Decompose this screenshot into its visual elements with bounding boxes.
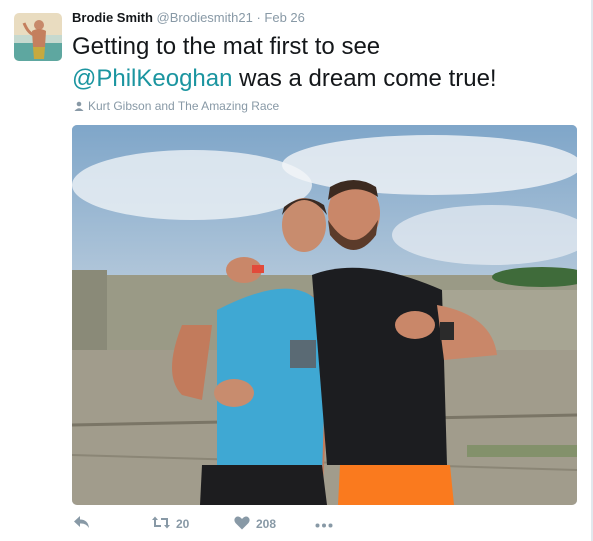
avatar[interactable]	[14, 13, 62, 61]
tweet-text: Getting to the mat first to see @PhilKeo…	[72, 31, 582, 95]
retweet-count: 20	[176, 517, 190, 531]
tagged-users[interactable]: Kurt Gibson and The Amazing Race	[74, 99, 279, 113]
reply-button[interactable]	[74, 514, 90, 534]
separator: ·	[256, 10, 261, 25]
tweet-text-rest: was a dream come true!	[232, 65, 497, 92]
author-handle[interactable]: @Brodiesmith21	[157, 10, 253, 25]
like-count: 208	[256, 517, 277, 531]
tweet-header: Brodie Smith @Brodiesmith21 · Feb 26	[72, 10, 305, 25]
more-icon	[315, 517, 333, 531]
tweet-text-line1: Getting to the mat first to see	[72, 33, 381, 60]
timestamp[interactable]: Feb 26	[264, 10, 304, 25]
retweet-icon	[152, 516, 170, 532]
mention-link[interactable]: @PhilKeoghan	[72, 65, 232, 92]
more-button[interactable]	[315, 514, 333, 534]
retweet-button[interactable]: 20	[152, 514, 189, 534]
tagged-users-label: Kurt Gibson and The Amazing Race	[88, 99, 280, 113]
tweet-actions: 20 208	[72, 514, 372, 534]
person-icon	[74, 99, 88, 113]
like-button[interactable]: 208	[234, 514, 276, 534]
tweet-photo[interactable]	[72, 125, 577, 505]
reply-icon	[74, 516, 90, 532]
heart-icon	[234, 516, 250, 533]
author-name[interactable]: Brodie Smith	[72, 10, 153, 25]
